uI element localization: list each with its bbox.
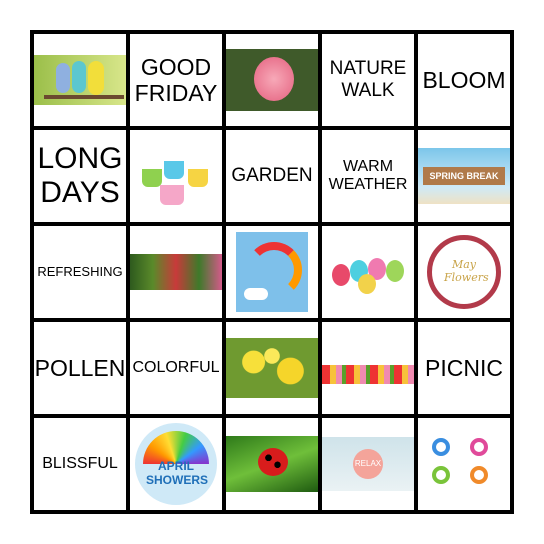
tulips-image: [322, 352, 414, 384]
parakeets-image: [34, 55, 126, 105]
cell-label: GOOD FRIDAY: [134, 53, 218, 106]
cell-picnic[interactable]: PICNIC: [418, 322, 510, 414]
cell-refreshing[interactable]: REFRESHING: [34, 226, 126, 318]
pink-camellia-image: [226, 49, 318, 111]
cell-label: WARM WEATHER: [328, 157, 408, 193]
cell-label: REFRESHING: [37, 263, 123, 279]
cell-long-days[interactable]: LONG DAYS: [34, 130, 126, 222]
cell-daffodils[interactable]: [226, 322, 318, 414]
april-showers-umbrella-image: APRIL SHOWERS: [135, 423, 217, 505]
cell-may-flowers[interactable]: May Flowers: [418, 226, 510, 318]
cell-label: NATURE WALK: [329, 58, 407, 101]
cell-colorful[interactable]: COLORFUL: [130, 322, 222, 414]
sign-caption: SPRING BREAK: [423, 166, 505, 186]
garden-flowers-image: [130, 254, 222, 290]
cell-bloom[interactable]: BLOOM: [418, 34, 510, 126]
cell-tulips[interactable]: [322, 322, 414, 414]
cell-label: LONG DAYS: [37, 141, 123, 210]
cell-garden[interactable]: GARDEN: [226, 130, 318, 222]
easter-baskets-image: [134, 141, 218, 211]
cell-pollen[interactable]: POLLEN: [34, 322, 126, 414]
bingo-board: GOOD FRIDAY NATURE WALK BLOOM LONG DAYS …: [30, 30, 514, 514]
wreath-caption: May Flowers: [444, 258, 489, 284]
cell-label: COLORFUL: [132, 358, 220, 376]
relax-image: RELAX: [322, 437, 414, 491]
cell-spring-break[interactable]: SPRING BREAK: [418, 130, 510, 222]
cell-garden-flowers[interactable]: [130, 226, 222, 318]
cell-label: GARDEN: [231, 165, 313, 187]
cell-snails[interactable]: [418, 418, 510, 510]
cell-nature-walk[interactable]: NATURE WALK: [322, 34, 414, 126]
cell-good-friday[interactable]: GOOD FRIDAY: [130, 34, 222, 126]
cell-label: BLOOM: [422, 66, 506, 93]
relax-caption: RELAX: [353, 449, 383, 479]
spring-break-sign-image: SPRING BREAK: [418, 148, 510, 204]
snails-image: [422, 434, 506, 494]
cell-warm-weather[interactable]: WARM WEATHER: [322, 130, 414, 222]
cell-blissful[interactable]: BLISSFUL: [34, 418, 126, 510]
rainbow-image: [236, 232, 308, 312]
cell-rainbow[interactable]: [226, 226, 318, 318]
cell-parakeets[interactable]: [34, 34, 126, 126]
umbrella-caption: APRIL SHOWERS: [146, 459, 209, 487]
cell-camellia[interactable]: [226, 34, 318, 126]
easter-eggs-image: [326, 250, 410, 294]
daffodils-image: [226, 338, 318, 398]
cell-baskets[interactable]: [130, 130, 222, 222]
cell-ladybug[interactable]: [226, 418, 318, 510]
may-flowers-wreath-image: May Flowers: [427, 235, 501, 309]
cell-label: PICNIC: [425, 354, 503, 381]
cell-easter-eggs[interactable]: [322, 226, 414, 318]
cell-relax[interactable]: RELAX: [322, 418, 414, 510]
cell-april-showers[interactable]: APRIL SHOWERS: [130, 418, 222, 510]
cell-label: BLISSFUL: [42, 454, 118, 472]
ladybug-image: [226, 436, 318, 492]
cell-label: POLLEN: [34, 354, 126, 381]
